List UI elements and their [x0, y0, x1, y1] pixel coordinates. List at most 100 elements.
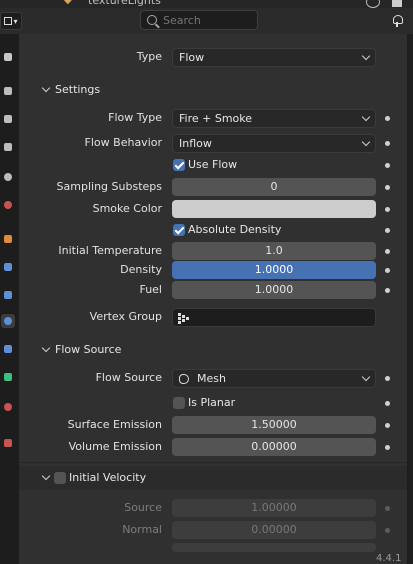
use-flow-label: Use Flow: [188, 158, 238, 171]
tab-object[interactable]: [1, 232, 15, 246]
is-planar-checkbox[interactable]: [173, 397, 185, 409]
flow-type-dropdown[interactable]: Fire + Smoke: [172, 109, 376, 128]
density-label: Density: [120, 263, 162, 276]
animate-dot[interactable]: [385, 445, 390, 450]
tab-particles[interactable]: [1, 288, 15, 302]
tab-world[interactable]: [1, 198, 15, 212]
animate-dot[interactable]: [385, 506, 390, 511]
animate-dot[interactable]: [385, 141, 390, 146]
property-tabs: [0, 34, 18, 564]
is-planar-label: Is Planar: [188, 396, 236, 409]
properties-header: ▾: [0, 8, 413, 34]
visibility-icon[interactable]: [366, 0, 380, 8]
editor-type-icon: [4, 17, 13, 25]
smoke-color-label: Smoke Color: [92, 202, 162, 215]
initial-temperature-label: Initial Temperature: [58, 244, 162, 257]
density-field[interactable]: 1.0000: [172, 261, 376, 279]
flow-behavior-dropdown[interactable]: Inflow: [172, 134, 376, 153]
scrollbar[interactable]: [408, 34, 413, 564]
use-flow-checkbox[interactable]: [173, 159, 185, 171]
type-dropdown[interactable]: Flow: [172, 48, 376, 67]
surface-emission-label: Surface Emission: [67, 418, 162, 431]
search-icon: [147, 15, 157, 25]
animate-dot[interactable]: [385, 207, 390, 212]
chevron-down-icon: ▾: [13, 16, 18, 26]
search-input[interactable]: [163, 13, 249, 27]
tab-modifiers[interactable]: [1, 260, 15, 274]
source-field[interactable]: 1.00000: [172, 499, 376, 517]
vertex-group-field[interactable]: [172, 308, 376, 327]
chevron-down-icon: [361, 112, 371, 122]
mesh-data-icon: [4, 373, 12, 381]
search-field[interactable]: [140, 10, 258, 30]
section-title: Flow Source: [55, 343, 122, 356]
tab-render[interactable]: [1, 84, 15, 98]
chevron-down-icon: [361, 372, 371, 382]
tab-data[interactable]: [1, 370, 15, 384]
fuel-label: Fuel: [139, 283, 162, 296]
animate-dot[interactable]: [385, 116, 390, 121]
tab-view-layer[interactable]: [1, 140, 15, 154]
tab-scene[interactable]: [1, 170, 15, 184]
flow-source-section-header[interactable]: Flow Source: [19, 338, 407, 362]
normal-label: Normal: [122, 523, 162, 536]
section-title: Initial Velocity: [69, 471, 147, 484]
world-icon: [4, 201, 12, 209]
animate-dot[interactable]: [385, 528, 390, 533]
editor-type-button[interactable]: ▾: [0, 12, 22, 30]
tab-constraints[interactable]: [1, 342, 15, 356]
animate-dot[interactable]: [385, 249, 390, 254]
type-value: Flow: [179, 51, 205, 64]
tool-icon: [4, 53, 12, 61]
flow-type-label: Flow Type: [108, 111, 162, 124]
tab-output[interactable]: [1, 112, 15, 126]
sampling-substeps-field[interactable]: 0: [172, 178, 376, 196]
tab-tool[interactable]: [1, 50, 15, 64]
pin-icon[interactable]: [392, 15, 403, 27]
volume-emission-field[interactable]: 0.00000: [172, 438, 376, 456]
animate-dot[interactable]: [385, 228, 390, 233]
outliner-strip: ◆ textureLights: [0, 0, 413, 8]
flow-source-label: Flow Source: [95, 371, 162, 384]
animate-dot[interactable]: [385, 288, 390, 293]
initial-velocity-section-header[interactable]: Initial Velocity: [19, 466, 407, 490]
sampling-substeps-label: Sampling Substeps: [56, 180, 162, 193]
animate-dot[interactable]: [385, 163, 390, 168]
object-icon: [4, 235, 12, 243]
animate-dot[interactable]: [385, 376, 390, 381]
surface-emission-field[interactable]: 1.50000: [172, 416, 376, 434]
animate-dot[interactable]: [385, 185, 390, 190]
animate-dot[interactable]: [385, 423, 390, 428]
tab-physics[interactable]: [1, 314, 15, 328]
mesh-icon: [179, 374, 189, 384]
flow-behavior-label: Flow Behavior: [84, 136, 162, 149]
fuel-field[interactable]: 1.0000: [172, 281, 376, 299]
animate-dot[interactable]: [385, 268, 390, 273]
flow-source-value: Mesh: [197, 372, 226, 385]
settings-section-header[interactable]: Settings: [19, 78, 407, 102]
initial-temperature-field[interactable]: 1.0: [172, 242, 376, 260]
initial-velocity-checkbox[interactable]: [54, 472, 66, 484]
chevron-down-icon: [361, 51, 371, 61]
chevron-down-icon: [361, 137, 371, 147]
flow-behavior-value: Inflow: [179, 137, 212, 150]
flow-source-dropdown[interactable]: Mesh: [172, 369, 376, 388]
partial-field[interactable]: [172, 543, 376, 552]
texture-icon: [4, 439, 12, 447]
normal-field[interactable]: 0.00000: [172, 521, 376, 539]
section-title: Settings: [55, 83, 101, 96]
animate-dot[interactable]: [385, 401, 390, 406]
expand-arrow-icon: [41, 343, 51, 353]
smoke-color-swatch[interactable]: [172, 200, 376, 218]
scene-icon: [4, 173, 12, 181]
version-label: 4.4.1: [376, 553, 402, 564]
constraints-icon: [4, 345, 12, 353]
tab-texture[interactable]: [1, 436, 15, 450]
type-label: Type: [136, 50, 162, 63]
flow-type-value: Fire + Smoke: [179, 112, 253, 125]
tab-material[interactable]: [1, 400, 15, 414]
render-icon[interactable]: [392, 0, 402, 7]
absolute-density-checkbox[interactable]: [173, 224, 185, 236]
outliner-item-label[interactable]: textureLights: [88, 0, 161, 7]
material-icon: [4, 403, 12, 411]
